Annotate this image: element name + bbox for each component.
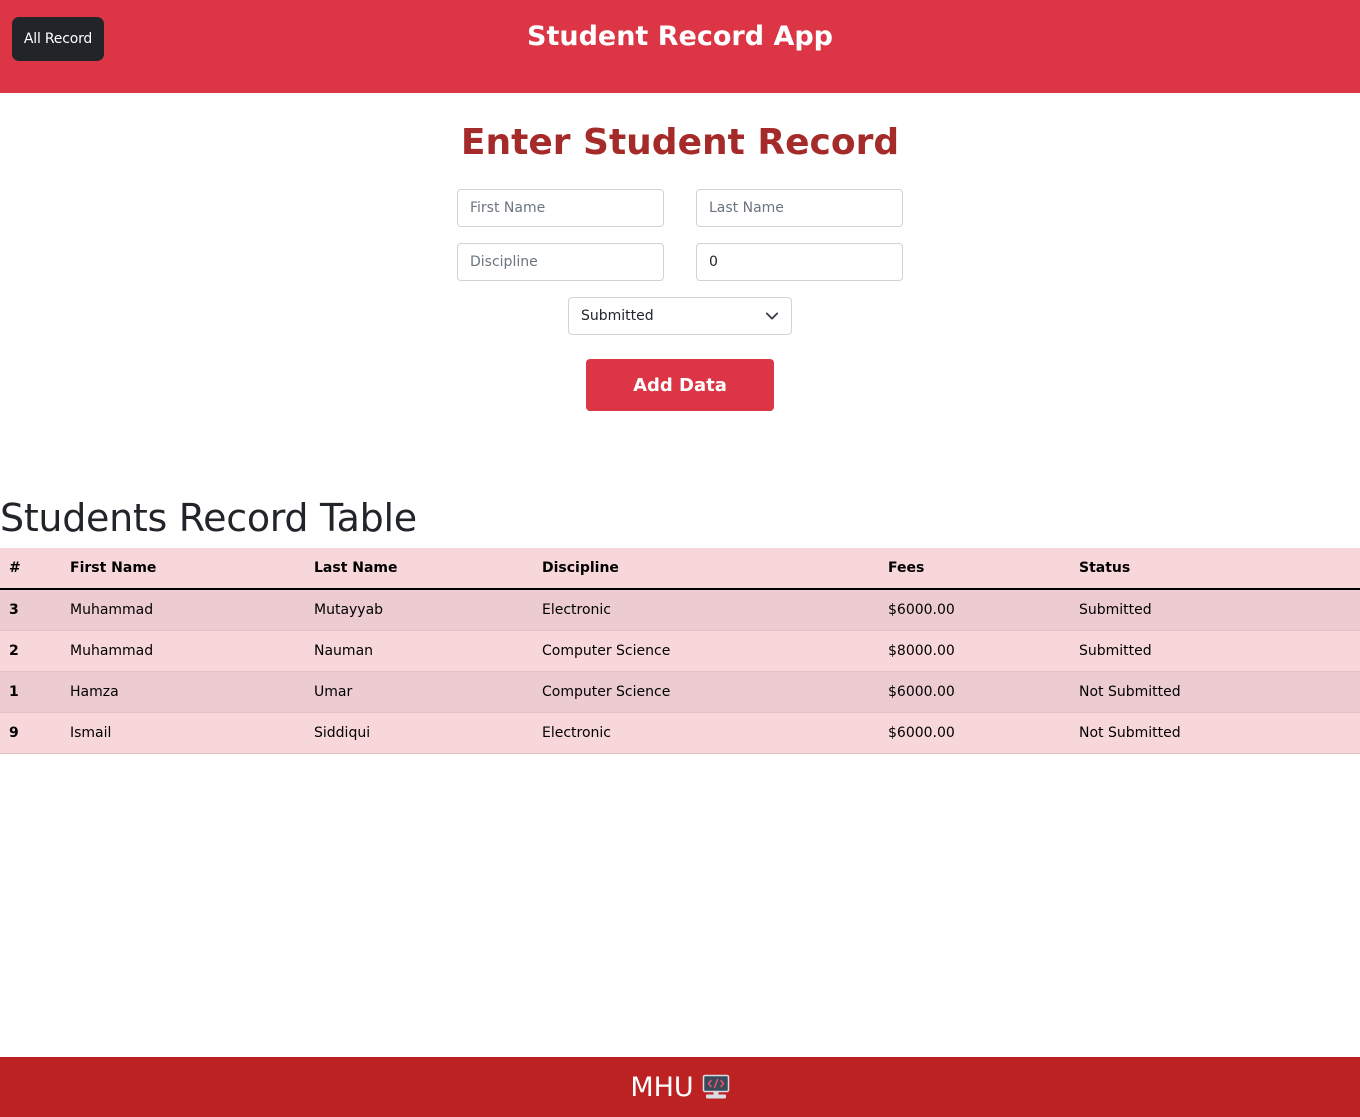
- table-heading: Students Record Table: [0, 496, 417, 540]
- cell-number: 1: [9, 683, 19, 700]
- table-row: 2 Muhammad Nauman Computer Science $8000…: [0, 630, 1360, 671]
- cell-discipline: Electronic: [542, 601, 612, 618]
- column-header-first-name: First Name: [61, 548, 305, 590]
- cell-fees: $6000.00: [888, 683, 955, 700]
- form-heading: Enter Student Record: [460, 122, 900, 163]
- discipline-input[interactable]: [457, 243, 664, 281]
- cell-first-name: Muhammad: [70, 642, 154, 659]
- cell-first-name: Muhammad: [70, 601, 154, 618]
- chevron-down-icon: [765, 312, 779, 320]
- first-name-input[interactable]: [457, 189, 664, 227]
- column-header-last-name: Last Name: [305, 548, 533, 590]
- footer-brand: MHU: [630, 1071, 694, 1103]
- cell-last-name: Mutayyab: [314, 601, 384, 618]
- table-header-row: # First Name Last Name Discipline Fees S…: [0, 548, 1360, 590]
- column-header-status: Status: [1070, 548, 1360, 590]
- cell-status: Submitted: [1079, 642, 1152, 659]
- cell-fees: $6000.00: [888, 601, 955, 618]
- status-select[interactable]: Submitted: [568, 297, 792, 335]
- cell-number: 2: [9, 642, 19, 659]
- table-row: 3 Muhammad Mutayyab Electronic $6000.00 …: [0, 589, 1360, 630]
- cell-last-name: Siddiqui: [314, 724, 371, 741]
- cell-number: 9: [9, 724, 19, 741]
- cell-fees: $6000.00: [888, 724, 955, 741]
- navbar: All Record Student Record App: [0, 0, 1360, 93]
- add-data-button[interactable]: Add Data: [586, 359, 774, 411]
- cell-fees: $8000.00: [888, 642, 955, 659]
- cell-last-name: Umar: [314, 683, 353, 700]
- table-row: 9 Ismail Siddiqui Electronic $6000.00 No…: [0, 712, 1360, 753]
- last-name-input[interactable]: [696, 189, 903, 227]
- computer-code-icon: [702, 1074, 729, 1099]
- status-select-value: Submitted: [581, 308, 654, 324]
- fees-input[interactable]: [696, 243, 903, 281]
- column-header-discipline: Discipline: [533, 548, 879, 590]
- cell-status: Not Submitted: [1079, 683, 1181, 700]
- footer: MHU: [0, 1057, 1360, 1117]
- cell-discipline: Electronic: [542, 724, 612, 741]
- column-header-fees: Fees: [879, 548, 1070, 590]
- cell-discipline: Computer Science: [542, 642, 671, 659]
- column-header-number: #: [0, 548, 61, 590]
- cell-last-name: Nauman: [314, 642, 374, 659]
- app-title: Student Record App: [527, 21, 833, 52]
- cell-first-name: Hamza: [70, 683, 119, 700]
- records-table: # First Name Last Name Discipline Fees S…: [0, 548, 1360, 754]
- table-row: 1 Hamza Umar Computer Science $6000.00 N…: [0, 671, 1360, 712]
- cell-first-name: Ismail: [70, 724, 112, 741]
- cell-number: 3: [9, 601, 19, 618]
- cell-status: Submitted: [1079, 601, 1152, 618]
- cell-discipline: Computer Science: [542, 683, 671, 700]
- cell-status: Not Submitted: [1079, 724, 1181, 741]
